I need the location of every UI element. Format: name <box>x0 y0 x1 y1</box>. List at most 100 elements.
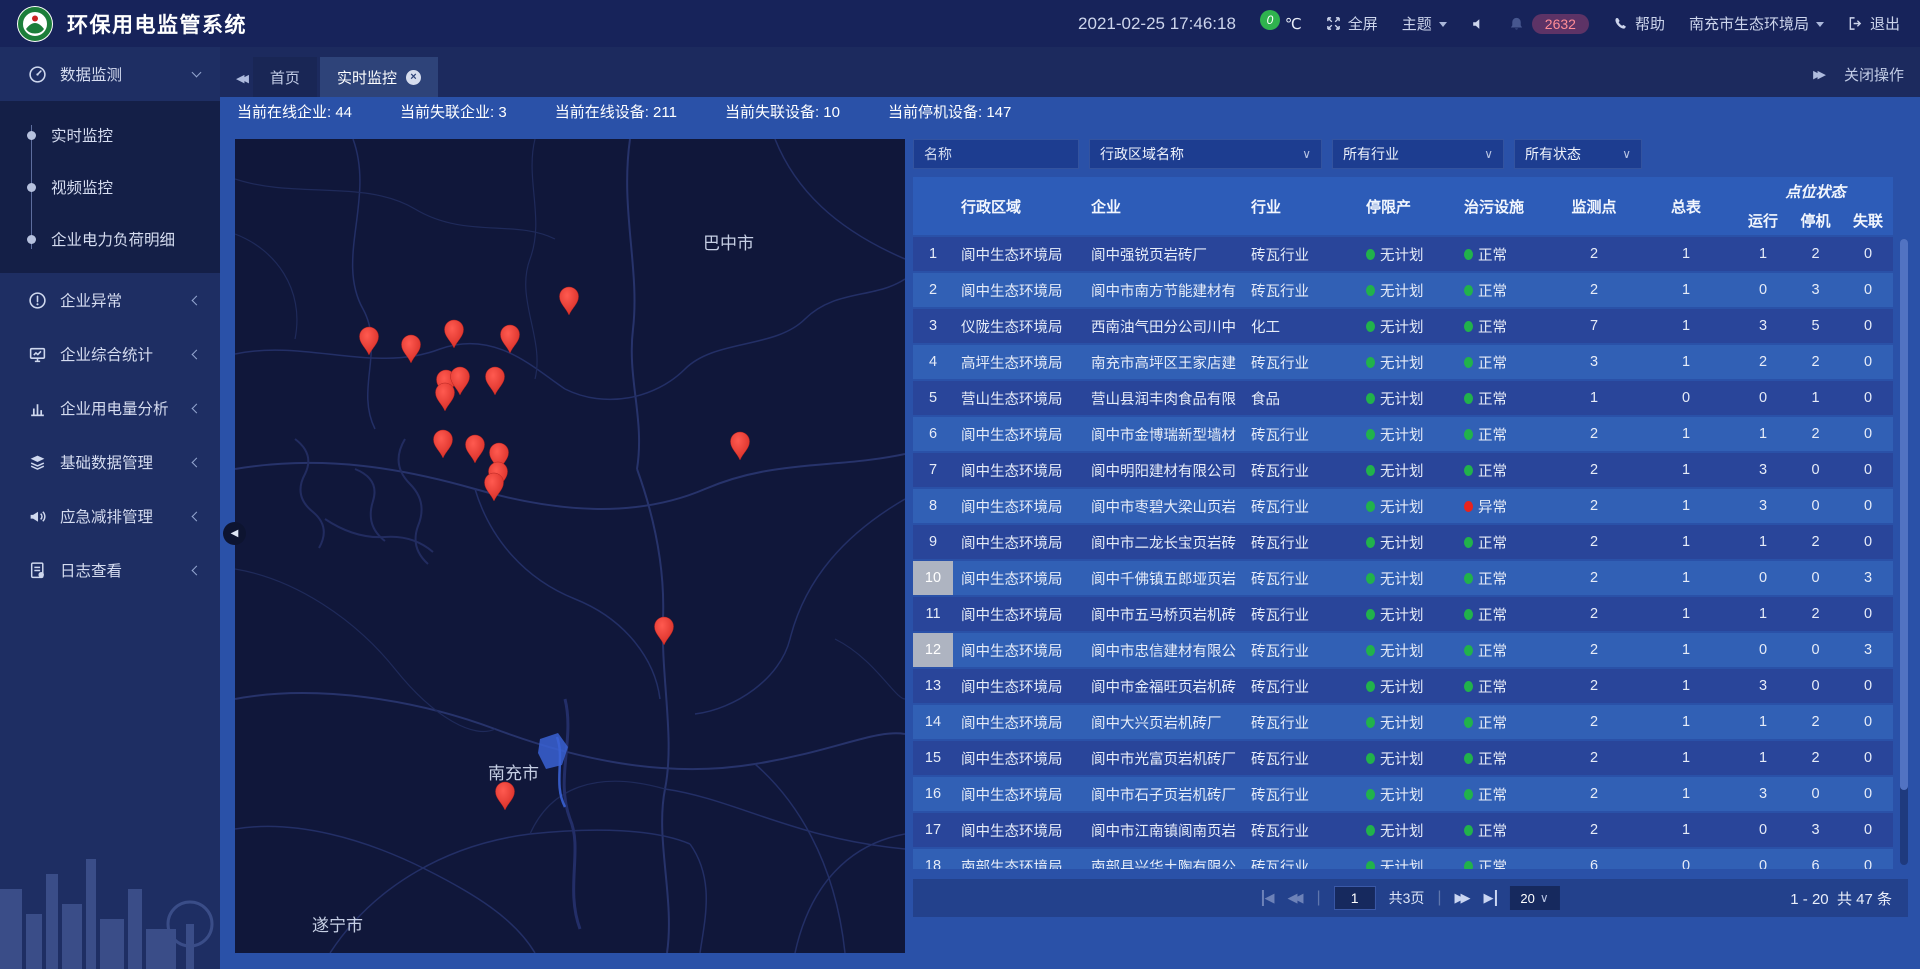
table-row[interactable]: 8阆中生态环境局阆中市枣碧大梁山页岩砖瓦行业无计划异常21300 <box>913 489 1893 523</box>
cell-production-status: 无计划 <box>1358 244 1456 265</box>
cell-stop-count: 5 <box>1788 318 1843 334</box>
name-filter-input[interactable] <box>913 139 1079 169</box>
close-tab-icon[interactable]: × <box>406 70 421 85</box>
cell-facility-status: 正常 <box>1456 460 1554 481</box>
table-row[interactable]: 13阆中生态环境局阆中市金福旺页岩机砖砖瓦行业无计划正常21300 <box>913 669 1893 703</box>
layers-icon <box>28 453 47 472</box>
table-scrollbar[interactable] <box>1900 239 1908 865</box>
cell-run-count: 0 <box>1738 642 1788 658</box>
sidebar-subitem-enterprise-power-load-detail[interactable]: 企业电力负荷明细 <box>0 213 220 265</box>
cell-facility-status: 正常 <box>1456 424 1554 445</box>
cell-company: 阆中市忠信建材有限公 <box>1083 640 1243 661</box>
sidebar-item-basic-data-management[interactable]: 基础数据管理 <box>0 435 220 489</box>
table-row[interactable]: 14阆中生态环境局阆中大兴页岩机砖厂砖瓦行业无计划正常21120 <box>913 705 1893 739</box>
cell-industry: 砖瓦行业 <box>1243 496 1358 517</box>
status-filter-select[interactable]: 所有状态 ∨ <box>1514 139 1642 169</box>
close-operations-button[interactable]: 关闭操作 <box>1844 64 1904 85</box>
cell-company: 阆中市二龙长宝页岩砖 <box>1083 532 1243 553</box>
cell-monitor-count: 2 <box>1554 498 1634 514</box>
region-filter-select[interactable]: 行政区域名称 ∨ <box>1089 139 1322 169</box>
megaphone-icon <box>28 507 47 526</box>
table-row[interactable]: 1阆中生态环境局阆中强锐页岩砖厂砖瓦行业无计划正常21120 <box>913 237 1893 271</box>
table-row[interactable]: 15阆中生态环境局阆中市光富页岩机砖厂砖瓦行业无计划正常21120 <box>913 741 1893 775</box>
next-page-button[interactable]: ▶▶ <box>1455 890 1471 906</box>
cell-total-count: 1 <box>1634 354 1738 370</box>
cell-facility-status: 正常 <box>1456 748 1554 769</box>
status-ok-dot <box>1366 393 1375 404</box>
cell-industry: 砖瓦行业 <box>1243 424 1358 445</box>
sidebar-item-enterprise-anomaly[interactable]: 企业异常 <box>0 273 220 327</box>
sidebar-item-enterprise-power-analysis[interactable]: 企业用电量分析 <box>0 381 220 435</box>
cell-total-count: 1 <box>1634 606 1738 622</box>
status-ok-dot <box>1464 789 1473 800</box>
theme-button[interactable]: 主题 <box>1402 13 1447 34</box>
table-row[interactable]: 7阆中生态环境局阆中明阳建材有限公司砖瓦行业无计划正常21300 <box>913 453 1893 487</box>
table-row[interactable]: 17阆中生态环境局阆中市江南镇阆南页岩砖瓦行业无计划正常21030 <box>913 813 1893 847</box>
table-row[interactable]: 3仪陇生态环境局西南油气田分公司川中化工无计划正常71350 <box>913 309 1893 343</box>
cell-total-count: 1 <box>1634 282 1738 298</box>
status-ok-dot <box>1366 789 1375 800</box>
cell-run-count: 1 <box>1738 714 1788 730</box>
fullscreen-button[interactable]: 全屏 <box>1326 13 1378 34</box>
cell-industry: 砖瓦行业 <box>1243 352 1358 373</box>
cell-production-status: 无计划 <box>1358 640 1456 661</box>
table-row[interactable]: 11阆中生态环境局阆中市五马桥页岩机砖砖瓦行业无计划正常21120 <box>913 597 1893 631</box>
notification-count-badge: 2632 <box>1532 14 1589 34</box>
first-page-button[interactable]: ◀ <box>1261 890 1274 906</box>
help-button[interactable]: 帮助 <box>1613 13 1665 34</box>
tab-home[interactable]: 首页 <box>253 57 317 97</box>
cell-monitor-count: 2 <box>1554 462 1634 478</box>
cell-stop-count: 2 <box>1788 426 1843 442</box>
cell-facility-status: 正常 <box>1456 388 1554 409</box>
cell-facility-status: 正常 <box>1456 640 1554 661</box>
speaker-icon <box>1471 17 1485 31</box>
prev-page-button[interactable]: ◀◀ <box>1287 890 1303 906</box>
industry-filter-select[interactable]: 所有行业 ∨ <box>1332 139 1504 169</box>
table-row[interactable]: 2阆中生态环境局阆中市南方节能建材有砖瓦行业无计划正常21030 <box>913 273 1893 307</box>
sidebar-item-enterprise-statistics[interactable]: 企业综合统计 <box>0 327 220 381</box>
cell-lost-count: 0 <box>1843 390 1893 406</box>
tab-realtime-monitoring[interactable]: 实时监控 × <box>320 57 438 97</box>
table-row[interactable]: 16阆中生态环境局阆中市石子页岩机砖厂砖瓦行业无计划正常21300 <box>913 777 1893 811</box>
row-number: 6 <box>913 417 953 451</box>
map-label-suining: 遂宁市 <box>312 916 363 935</box>
col-production: 停限产 <box>1358 177 1456 235</box>
table-row[interactable]: 10阆中生态环境局阆中千佛镇五郎垭页岩砖瓦行业无计划正常21003 <box>913 561 1893 595</box>
table-row[interactable]: 6阆中生态环境局阆中市金博瑞新型墙材砖瓦行业无计划正常21120 <box>913 417 1893 451</box>
fullscreen-icon <box>1326 16 1341 31</box>
cell-monitor-count: 2 <box>1554 714 1634 730</box>
cell-monitor-count: 2 <box>1554 534 1634 550</box>
last-page-button[interactable]: ▶ <box>1484 890 1497 906</box>
cell-production-status: 无计划 <box>1358 460 1456 481</box>
map-collapse-button[interactable]: ◀ <box>223 522 246 545</box>
scrollbar-thumb[interactable] <box>1900 239 1908 790</box>
cell-facility-status: 正常 <box>1456 820 1554 841</box>
cell-company: 阆中市石子页岩机砖厂 <box>1083 784 1243 805</box>
tabs-scroll-left-icon[interactable]: ◀◀ <box>236 72 253 97</box>
page-size-select[interactable]: 20 ∨ <box>1510 886 1560 910</box>
org-dropdown[interactable]: 南充市生态环境局 <box>1689 13 1824 34</box>
sidebar-subitem-video-monitoring[interactable]: 视频监控 <box>0 161 220 213</box>
table-row[interactable]: 4高坪生态环境局南充市高坪区王家店建砖瓦行业无计划正常31220 <box>913 345 1893 379</box>
notifications[interactable]: 2632 <box>1509 14 1589 34</box>
cell-company: 阆中市枣碧大梁山页岩 <box>1083 496 1243 517</box>
cell-facility-status: 正常 <box>1456 316 1554 337</box>
sidebar-item-data-monitoring[interactable]: 数据监测 <box>0 47 220 101</box>
sidebar-item-emergency-reduction[interactable]: 应急减排管理 <box>0 489 220 543</box>
page-number-input[interactable] <box>1334 886 1376 910</box>
stat-item: 当前在线企业: 44 <box>237 101 352 122</box>
sidebar-subitem-label: 企业电力负荷明细 <box>51 228 175 250</box>
col-stop: 停机 <box>1788 210 1843 231</box>
tabs-scroll-right-icon[interactable]: ▶▶ <box>1813 68 1822 81</box>
stat-item: 当前在线设备: 211 <box>555 101 677 122</box>
sidebar-item-log-view[interactable]: 日志查看 <box>0 543 220 597</box>
table-row[interactable]: 18南部生态环境局南部县兴华土陶有限公砖瓦行业无计划正常60060 <box>913 849 1893 869</box>
mute-button[interactable] <box>1471 17 1485 31</box>
map[interactable]: 巴中市 南充市 遂宁市 <box>235 139 905 953</box>
cell-region: 南部生态环境局 <box>953 856 1083 870</box>
sidebar-subitem-realtime-monitoring[interactable]: 实时监控 <box>0 109 220 161</box>
table-row[interactable]: 9阆中生态环境局阆中市二龙长宝页岩砖砖瓦行业无计划正常21120 <box>913 525 1893 559</box>
table-row[interactable]: 12阆中生态环境局阆中市忠信建材有限公砖瓦行业无计划正常21003 <box>913 633 1893 667</box>
table-row[interactable]: 5营山生态环境局营山县润丰肉食品有限食品无计划正常10010 <box>913 381 1893 415</box>
logout-button[interactable]: 退出 <box>1848 13 1900 34</box>
